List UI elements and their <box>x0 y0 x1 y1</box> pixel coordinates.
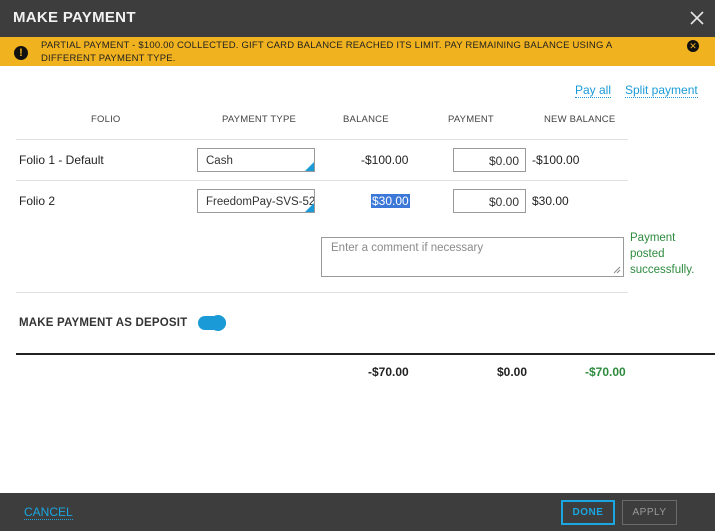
new-balance-value: $30.00 <box>532 194 569 208</box>
column-header-folio: FOLIO <box>91 114 121 125</box>
done-button[interactable]: DONE <box>561 500 615 525</box>
cancel-button[interactable]: CANCEL <box>24 506 73 520</box>
warning-banner: ! PARTIAL PAYMENT - $100.00 COLLECTED. G… <box>0 37 715 66</box>
folio-name: Folio 1 - Default <box>19 153 104 167</box>
total-payment: $0.00 <box>497 365 528 379</box>
new-balance-value: -$100.00 <box>532 153 580 167</box>
column-header-balance: BALANCE <box>343 114 389 125</box>
balance-value: -$100.00 <box>361 153 409 167</box>
folio-name: Folio 2 <box>19 194 56 208</box>
payment-type-value: FreedomPay-SVS-52 <box>206 196 315 208</box>
table-divider <box>16 139 628 140</box>
resize-grip-icon[interactable] <box>613 266 621 274</box>
section-divider <box>16 292 628 293</box>
split-payment-link[interactable]: Split payment <box>625 83 698 98</box>
payment-amount-input[interactable]: $0.00 <box>453 148 526 172</box>
apply-button[interactable]: APPLY <box>622 500 677 525</box>
column-header-payment: PAYMENT <box>448 114 494 125</box>
comment-placeholder: Enter a comment if necessary <box>331 242 484 254</box>
balance-value-selected: $30.00 <box>371 194 410 208</box>
dialog-footer: CANCEL DONE APPLY <box>0 493 715 531</box>
payment-type-select[interactable]: Cash <box>197 148 315 172</box>
toggle-knob <box>210 315 226 331</box>
deposit-label: MAKE PAYMENT AS DEPOSIT <box>19 317 188 329</box>
column-header-new-balance: NEW BALANCE <box>544 114 616 125</box>
total-new-balance: -$70.00 <box>585 365 626 379</box>
payment-status-message: Payment posted successfully. <box>630 232 695 276</box>
close-icon[interactable] <box>689 10 705 26</box>
pay-all-link[interactable]: Pay all <box>575 83 612 98</box>
payment-type-value: Cash <box>206 155 233 167</box>
totals-divider <box>16 353 715 355</box>
payment-type-select[interactable]: FreedomPay-SVS-52 <box>197 189 315 213</box>
dialog-title: MAKE PAYMENT <box>13 9 136 26</box>
column-header-payment-type: PAYMENT TYPE <box>222 114 297 125</box>
warning-icon: ! <box>14 46 28 60</box>
table-divider <box>16 180 628 181</box>
deposit-toggle[interactable] <box>198 315 226 331</box>
total-balance: -$70.00 <box>368 365 409 379</box>
dropdown-corner-icon <box>305 162 314 171</box>
dismiss-alert-icon[interactable]: ✕ <box>687 40 699 52</box>
dropdown-corner-icon <box>305 203 314 212</box>
comment-textarea[interactable]: Enter a comment if necessary <box>321 237 624 277</box>
warning-message: PARTIAL PAYMENT - $100.00 COLLECTED. GIF… <box>41 40 612 64</box>
payment-amount-input[interactable]: $0.00 <box>453 189 526 213</box>
dialog-titlebar: MAKE PAYMENT <box>0 0 715 37</box>
